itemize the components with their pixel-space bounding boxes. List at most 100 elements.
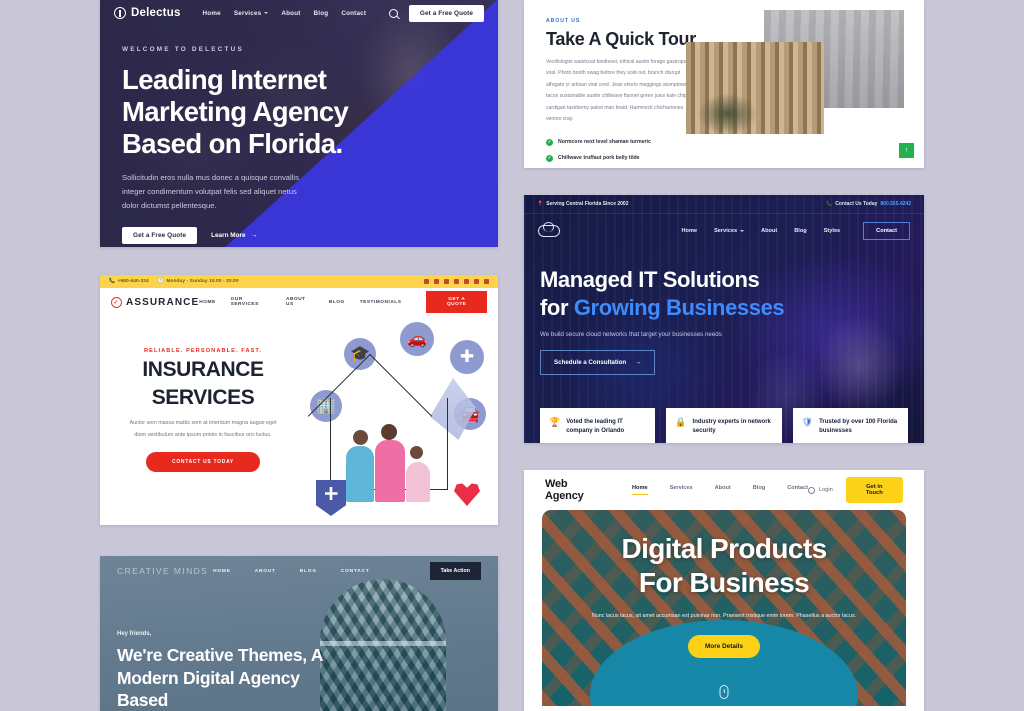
health-badge-icon: [316, 480, 346, 516]
nav-item-about[interactable]: ABOUT: [255, 569, 276, 574]
pinterest-icon[interactable]: [443, 278, 449, 285]
contact-button[interactable]: CONTACT US TODAY: [146, 451, 260, 472]
topbar-phone-number[interactable]: 800.555.4242: [880, 201, 911, 207]
topbar-right[interactable]: 📞 Contact Us Today 800.555.4242: [826, 201, 911, 207]
chevron-down-icon: [264, 12, 269, 14]
cloud-icon[interactable]: [538, 222, 560, 237]
logo[interactable]: ASSURANCE: [111, 296, 200, 308]
nav-item-blog[interactable]: BLOG: [329, 300, 345, 305]
logo[interactable]: Web Agency: [545, 478, 606, 502]
nav-item-blog[interactable]: Blog: [794, 228, 806, 234]
family-illustration: [344, 424, 438, 502]
arrow-right-icon: →: [250, 231, 258, 239]
nav-item-services[interactable]: Services: [670, 485, 693, 495]
logo[interactable]: Delectus: [114, 7, 181, 19]
hero-title: We're Creative Themes, A Modern Digital …: [117, 645, 323, 710]
nav-item-testimonials[interactable]: TESTIMONIALS: [360, 300, 402, 305]
back-to-top-button[interactable]: ↑: [899, 143, 914, 158]
feature-card[interactable]: 🏆 Voted the leading IT company in Orland…: [540, 408, 656, 443]
nav-item-services[interactable]: Services: [234, 10, 269, 17]
topbar-hours: 🕐 Monday - Sunday 10.00 - 20.00: [157, 279, 239, 284]
feature-card[interactable]: 🛡 Trusted by over 100 Florida businesses: [792, 408, 908, 443]
search-icon[interactable]: [388, 8, 398, 18]
hero-secondary-link[interactable]: Learn More →: [211, 232, 257, 239]
linkedin-icon[interactable]: [463, 278, 469, 285]
shield-icon: 🛡: [801, 417, 814, 427]
template-card-assurance[interactable]: 📞 +980-640-324 🕐 Monday - Sunday 10.00 -…: [100, 275, 498, 525]
consultation-button-label: Schedule a Consultation: [554, 359, 627, 366]
hero-content: Digital Products For Business Nunc lacus…: [542, 510, 906, 658]
hero-primary-button[interactable]: Get a Free Quote: [122, 226, 198, 244]
nav-item-home[interactable]: HOME: [213, 569, 231, 574]
navbar: Home Services About Blog Styles Contact: [524, 214, 924, 248]
hero-title-line2: For Business: [638, 566, 810, 598]
template-gallery-board: Delectus Home Services About Blog Contac…: [0, 0, 1024, 711]
template-card-creative-minds[interactable]: CREATIVE MINDS HOME ABOUT BLOG CONTACT T…: [100, 556, 498, 711]
heart-icon: [454, 483, 480, 506]
nav-item-home[interactable]: Home: [632, 485, 648, 495]
facebook-icon[interactable]: [433, 278, 439, 285]
template-card-web-agency[interactable]: Web Agency Home Services About Blog Cont…: [524, 470, 924, 711]
hero-title-line1: Digital Products: [621, 533, 827, 564]
tiktok-icon[interactable]: [483, 278, 489, 285]
family-person-1: [346, 446, 374, 502]
navbar-right: Get a Free Quote: [388, 4, 484, 22]
hero-paragraph: Auctor sem massa mattis sem at interdum …: [129, 420, 277, 438]
contact-button[interactable]: Contact: [863, 222, 910, 240]
team-photo-front: [686, 42, 824, 134]
family-person-3: [406, 462, 430, 502]
nav-item-home[interactable]: HOME: [199, 300, 215, 305]
hero-kicker: RELIABLE. PERSONABLE. FAST.: [144, 348, 262, 354]
hero-content: WELCOME TO DELECTUS Leading Internet Mar…: [122, 46, 372, 244]
hero-eyebrow: WELCOME TO DELECTUS: [122, 46, 244, 53]
hero-title-line1: INSURANCE: [142, 358, 264, 381]
head-3: [410, 446, 423, 459]
feature-card[interactable]: 🔒 Industry experts in network security: [666, 408, 782, 443]
take-action-button[interactable]: Take Action: [429, 562, 481, 580]
topbar-phone[interactable]: 📞 +980-640-324: [109, 279, 149, 284]
instagram-icon[interactable]: [453, 278, 459, 285]
logo-text: ASSURANCE: [126, 296, 200, 308]
mouse-scroll-icon[interactable]: [719, 685, 729, 699]
nav-item-about[interactable]: About: [761, 228, 777, 234]
nav-item-about-us[interactable]: ABOUT US: [286, 297, 314, 307]
template-card-about-tour[interactable]: ABOUT US Take A Quick Tour Vexillologist…: [524, 0, 924, 168]
logo-text: Delectus: [131, 7, 181, 19]
about-section: ABOUT US Take A Quick Tour Vexillologist…: [524, 0, 924, 168]
hero-content: Hey friends, We're Creative Themes, A Mo…: [117, 631, 332, 711]
list-item-label: Normcore next level shaman turmeric: [558, 139, 651, 146]
navbar: CREATIVE MINDS HOME ABOUT BLOG CONTACT T…: [100, 556, 498, 586]
logo[interactable]: CREATIVE MINDS: [117, 566, 208, 576]
template-card-managed-it[interactable]: 📍 Serving Central Florida Since 2002 📞 C…: [524, 195, 924, 443]
navbar: ASSURANCE HOME OUR SERVICES ABOUT US BLO…: [100, 288, 498, 316]
youtube-icon[interactable]: [473, 278, 479, 285]
nav-item-services-label: Services: [233, 9, 262, 17]
nav-item-blog[interactable]: Blog: [753, 485, 765, 495]
get-in-touch-button[interactable]: Get in Touch: [845, 477, 903, 503]
social-links: [423, 278, 489, 285]
nav-item-blog[interactable]: Blog: [314, 10, 329, 17]
more-details-button[interactable]: More Details: [687, 634, 760, 658]
twitter-icon[interactable]: [423, 278, 429, 285]
nav-item-services[interactable]: Services: [714, 228, 745, 234]
nav-item-contact[interactable]: CONTACT: [341, 569, 370, 574]
nav-item-contact[interactable]: Contact: [787, 485, 808, 495]
check-circle-icon: ✓: [546, 138, 553, 146]
login-link[interactable]: Login: [808, 486, 833, 494]
utility-topbar: 📞 +980-640-324 🕐 Monday - Sunday 10.00 -…: [100, 275, 498, 288]
nav-item-our-services[interactable]: OUR SERVICES: [231, 297, 271, 307]
nav-item-about[interactable]: About: [281, 10, 300, 17]
nav-item-home[interactable]: Home: [203, 10, 221, 17]
nav-item-styles[interactable]: Styles: [824, 228, 840, 234]
hero-section: 🎓 🚗 ✚ 🏢 🚘 REL: [100, 316, 498, 525]
template-card-delectus[interactable]: Delectus Home Services About Blog Contac…: [100, 0, 498, 247]
nav-item-home[interactable]: Home: [682, 228, 698, 234]
quote-button[interactable]: Get a Free Quote: [408, 4, 484, 22]
nav-item-blog[interactable]: BLOG: [300, 569, 317, 574]
nav-item-contact[interactable]: Contact: [341, 10, 366, 17]
nav-menu: HOME ABOUT BLOG CONTACT: [213, 569, 369, 574]
nav-item-about[interactable]: About: [715, 485, 731, 495]
get-a-quote-button[interactable]: GET A QUOTE: [426, 291, 488, 313]
consultation-button[interactable]: Schedule a Consultation →: [540, 350, 656, 375]
hero-paragraph: Nunc lacus lacus, sit amet accumsan est …: [591, 613, 857, 620]
